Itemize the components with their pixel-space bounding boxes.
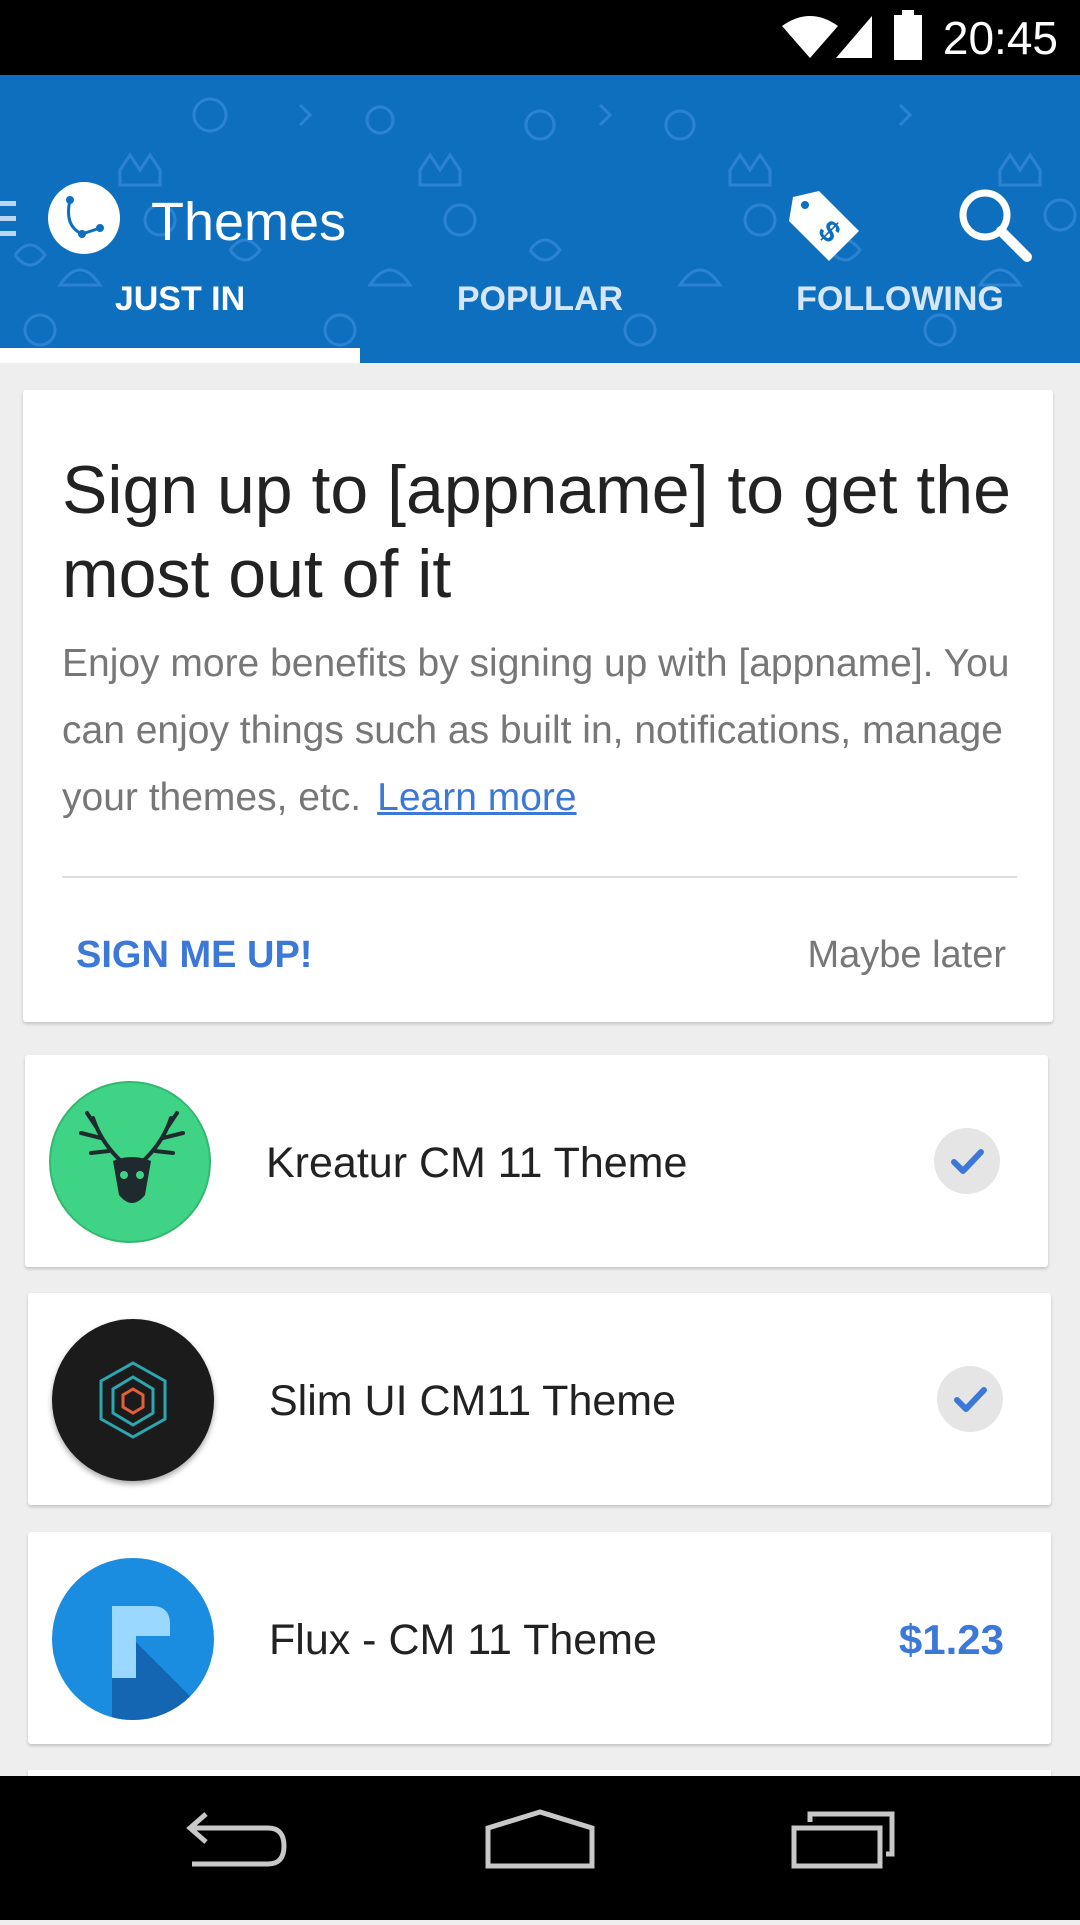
back-button[interactable] [150, 1776, 330, 1920]
signup-card: Sign up to [appname] to get the most out… [23, 390, 1053, 1022]
signup-title: Sign up to [appname] to get the most out… [62, 452, 1011, 612]
tab-indicator [0, 348, 360, 363]
status-bar: 20:45 [0, 0, 1080, 75]
tab-following[interactable]: FOLLOWING [720, 268, 1080, 330]
app-title: Themes [151, 192, 347, 252]
app-bar: Themes $ JUST IN POPULAR FOLLOWING [0, 75, 1080, 363]
price-label[interactable]: $1.23 [899, 1612, 1004, 1668]
stag-skull-icon [79, 1111, 185, 1203]
tab-popular[interactable]: POPULAR [360, 268, 720, 330]
search-button[interactable] [955, 185, 1035, 265]
check-icon [954, 1387, 987, 1412]
theme-name: Flux - CM 11 Theme [269, 1616, 657, 1664]
price-tag-icon: $ [789, 191, 859, 261]
theme-list-item[interactable]: Flux - CM 11 Theme $1.23 [28, 1532, 1051, 1744]
installed-check[interactable] [937, 1366, 1003, 1432]
home-button[interactable] [450, 1776, 630, 1920]
hexagon-icon [99, 1361, 167, 1439]
flux-logo-icon [112, 1606, 214, 1720]
menu-icon[interactable] [0, 199, 16, 239]
price-tag-button[interactable]: $ [785, 185, 865, 265]
battery-icon [894, 10, 922, 60]
slim-ui-theme-icon [52, 1319, 214, 1481]
theme-name: Kreatur CM 11 Theme [266, 1139, 688, 1187]
theme-name: Slim UI CM11 Theme [269, 1377, 677, 1425]
logo-icon [66, 196, 104, 238]
back-icon [186, 1812, 287, 1867]
search-icon [959, 189, 1032, 262]
app-logo[interactable] [48, 182, 120, 254]
check-icon [951, 1149, 984, 1174]
divider [62, 876, 1017, 878]
flux-theme-icon [52, 1558, 214, 1720]
sign-me-up-button[interactable]: SIGN ME UP! [76, 930, 312, 980]
maybe-later-button[interactable]: Maybe later [807, 930, 1006, 980]
wifi-icon [782, 16, 838, 58]
navigation-bar [0, 1776, 1080, 1920]
home-icon [485, 1809, 595, 1869]
recents-icon [791, 1811, 895, 1869]
learn-more-link[interactable]: Learn more [377, 776, 576, 819]
clock: 20:45 [942, 12, 1058, 64]
tab-just-in[interactable]: JUST IN [0, 268, 360, 330]
signal-icon [836, 16, 872, 58]
recents-button[interactable] [770, 1776, 950, 1920]
installed-check[interactable] [934, 1128, 1000, 1194]
kreatur-theme-icon [49, 1081, 211, 1243]
theme-list-item[interactable]: Kreatur CM 11 Theme [25, 1055, 1048, 1267]
theme-list-item[interactable]: Slim UI CM11 Theme [28, 1293, 1051, 1505]
signup-body: Enjoy more benefits by signing up with [… [62, 630, 1042, 831]
